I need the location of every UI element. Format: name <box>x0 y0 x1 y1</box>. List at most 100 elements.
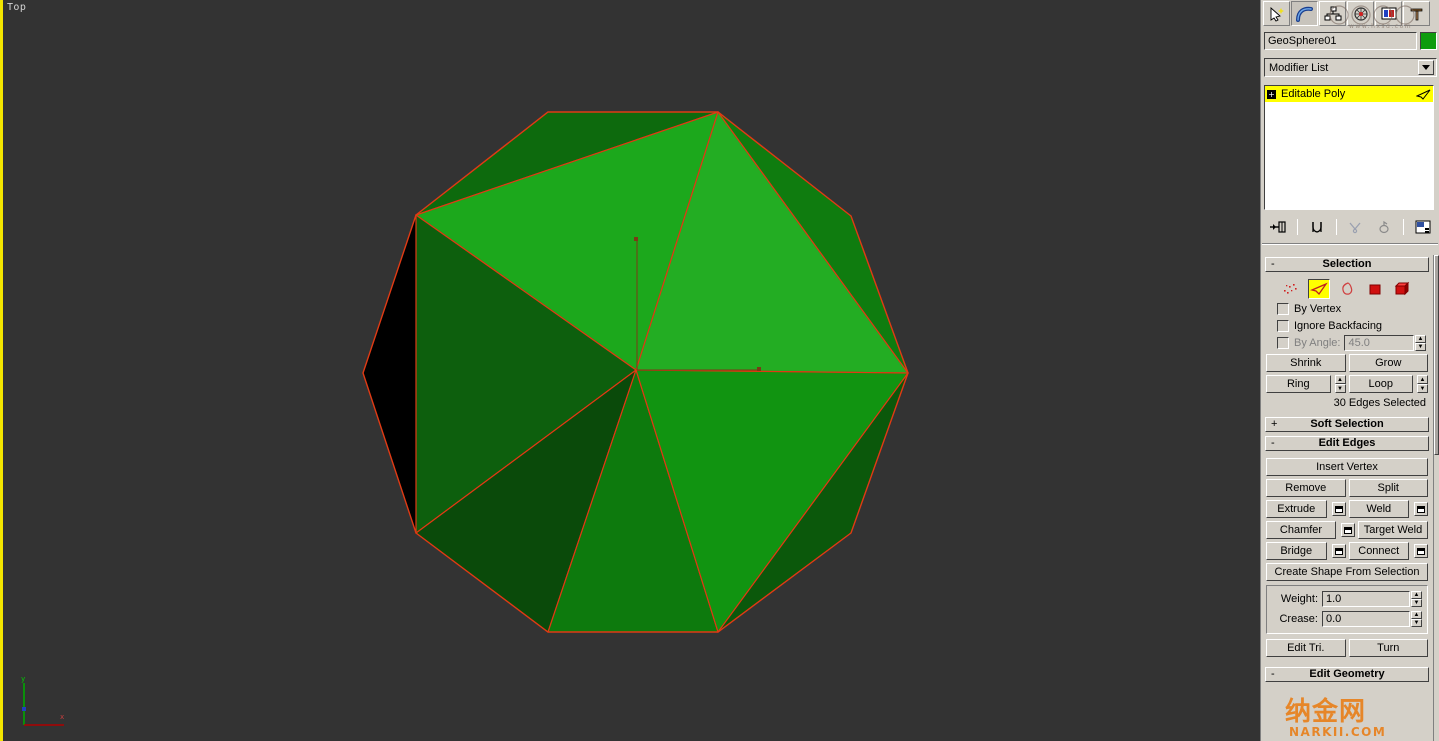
insert-vertex-button[interactable]: Insert Vertex <box>1266 458 1428 476</box>
modifier-list-dropdown[interactable]: Modifier List <box>1264 58 1437 77</box>
by-vertex-checkbox[interactable] <box>1277 302 1289 315</box>
sub-object-arrow-icon[interactable] <box>1415 89 1431 100</box>
ignore-backfacing-row[interactable]: Ignore Backfacing <box>1266 317 1428 334</box>
soft-selection-rollout-header[interactable]: + Soft Selection <box>1265 417 1429 432</box>
weld-button[interactable]: Weld <box>1348 500 1409 518</box>
weight-field[interactable]: 1.0 <box>1322 591 1410 607</box>
configure-modifier-sets-icon[interactable] <box>1413 217 1433 237</box>
hierarchy-tab[interactable] <box>1319 1 1346 26</box>
by-angle-label: By Angle: <box>1294 336 1341 349</box>
rollout-toggle-sign: - <box>1271 437 1275 449</box>
selection-rollout-body: By Vertex Ignore Backfacing By Angle: 45… <box>1262 272 1432 413</box>
selection-rollout-header[interactable]: - Selection <box>1265 257 1429 272</box>
scrollbar-thumb[interactable] <box>1434 255 1439 455</box>
modifier-stack-list[interactable]: + Editable Poly <box>1264 85 1434 210</box>
subobject-element-button[interactable] <box>1392 279 1414 299</box>
pin-stack-icon[interactable] <box>1268 217 1288 237</box>
viewport-3d-render <box>362 110 909 634</box>
split-button[interactable]: Split <box>1348 479 1428 497</box>
crease-row: Crease: 0.0 ▲ ▼ <box>1272 610 1422 628</box>
stack-item-label: Editable Poly <box>1281 88 1346 100</box>
subobject-border-button[interactable] <box>1336 279 1358 299</box>
viewport-label: Top <box>7 2 27 13</box>
display-tab[interactable] <box>1375 1 1402 26</box>
by-angle-field[interactable]: 45.0 <box>1344 334 1414 351</box>
spinner-up-icon[interactable]: ▲ <box>1417 375 1428 384</box>
weight-label: Weight: <box>1280 593 1318 605</box>
crease-label: Crease: <box>1279 613 1318 625</box>
by-angle-spinner[interactable]: ▲ ▼ <box>1415 334 1426 351</box>
spinner-down-icon[interactable]: ▼ <box>1417 384 1428 393</box>
ring-button[interactable]: Ring <box>1266 375 1331 393</box>
chamfer-targetweld-row: Chamfer Target Weld <box>1266 521 1428 539</box>
subobject-vertex-button[interactable] <box>1280 279 1302 299</box>
subobject-polygon-button[interactable] <box>1364 279 1386 299</box>
by-angle-row[interactable]: By Angle: 45.0 ▲ ▼ <box>1266 334 1428 351</box>
utilities-tab[interactable] <box>1403 1 1430 26</box>
edit-tri-button[interactable]: Edit Tri. <box>1266 639 1346 657</box>
create-shape-row: Create Shape From Selection <box>1266 563 1428 581</box>
by-vertex-row[interactable]: By Vertex <box>1266 300 1428 317</box>
insert-vertex-row: Insert Vertex <box>1266 458 1428 476</box>
spinner-down-icon[interactable]: ▼ <box>1411 599 1422 607</box>
motion-tab[interactable] <box>1347 1 1374 26</box>
crease-field[interactable]: 0.0 <box>1322 611 1410 627</box>
weld-settings-icon[interactable] <box>1414 502 1428 516</box>
rollout-title: Edit Geometry <box>1309 668 1385 680</box>
viewport-top[interactable]: Top y x <box>0 0 1260 741</box>
rollout-title: Edit Edges <box>1318 437 1376 449</box>
connect-button[interactable]: Connect <box>1348 542 1409 560</box>
spinner-up-icon[interactable]: ▲ <box>1411 611 1422 619</box>
command-panel-scrollbar[interactable] <box>1433 255 1439 741</box>
ignore-backfacing-checkbox[interactable] <box>1277 319 1289 332</box>
bridge-settings-icon[interactable] <box>1331 544 1346 558</box>
rollout-toggle-sign: - <box>1271 258 1275 270</box>
spinner-down-icon[interactable]: ▼ <box>1415 342 1426 351</box>
grow-button[interactable]: Grow <box>1348 354 1428 372</box>
ring-loop-row: Ring ▲ ▼ Loop ▲ ▼ <box>1266 375 1428 393</box>
remove-button[interactable]: Remove <box>1266 479 1346 497</box>
edittri-turn-row: Edit Tri. Turn <box>1266 639 1428 657</box>
subobject-edge-button[interactable] <box>1308 279 1330 299</box>
turn-button[interactable]: Turn <box>1348 639 1428 657</box>
spinner-up-icon[interactable]: ▲ <box>1411 591 1422 599</box>
chamfer-button[interactable]: Chamfer <box>1266 521 1336 539</box>
create-tab[interactable] <box>1263 1 1290 26</box>
expand-icon[interactable]: + <box>1267 89 1276 99</box>
make-unique-icon[interactable] <box>1345 217 1365 237</box>
spinner-up-icon[interactable]: ▲ <box>1415 334 1426 343</box>
spinner-down-icon[interactable]: ▼ <box>1334 384 1346 393</box>
object-name-field[interactable] <box>1264 32 1417 50</box>
weight-spinner[interactable]: ▲ ▼ <box>1411 591 1422 607</box>
edit-edges-rollout-header[interactable]: - Edit Edges <box>1265 436 1429 451</box>
remove-modifier-icon[interactable] <box>1374 217 1394 237</box>
edit-geometry-rollout-header[interactable]: - Edit Geometry <box>1265 667 1429 682</box>
spinner-up-icon[interactable]: ▲ <box>1334 375 1346 384</box>
shrink-button[interactable]: Shrink <box>1266 354 1346 372</box>
rollout-title: Soft Selection <box>1310 418 1384 430</box>
selection-status-text: 30 Edges Selected <box>1333 397 1426 409</box>
object-name-row <box>1264 32 1437 50</box>
ring-spinner[interactable]: ▲ ▼ <box>1334 375 1346 393</box>
crease-spinner[interactable]: ▲ ▼ <box>1411 611 1422 627</box>
stack-item-editable-poly[interactable]: + Editable Poly <box>1265 86 1433 102</box>
modify-tab[interactable] <box>1291 1 1318 26</box>
remove-split-row: Remove Split <box>1266 479 1428 497</box>
show-end-result-icon[interactable] <box>1307 217 1327 237</box>
spinner-down-icon[interactable]: ▼ <box>1411 619 1422 627</box>
command-panel-tabs <box>1261 0 1439 27</box>
object-color-swatch[interactable] <box>1420 32 1437 50</box>
loop-spinner[interactable]: ▲ ▼ <box>1417 375 1428 393</box>
weight-crease-group: Weight: 1.0 ▲ ▼ Crease: 0.0 ▲ ▼ <box>1266 585 1428 634</box>
chevron-down-icon[interactable] <box>1418 60 1434 75</box>
loop-button[interactable]: Loop <box>1348 375 1413 393</box>
target-weld-button[interactable]: Target Weld <box>1358 521 1428 539</box>
extrude-button[interactable]: Extrude <box>1266 500 1327 518</box>
chamfer-settings-icon[interactable] <box>1341 523 1355 537</box>
by-angle-checkbox[interactable] <box>1277 336 1289 349</box>
bridge-button[interactable]: Bridge <box>1266 542 1327 560</box>
toolbar-separator <box>1297 219 1299 235</box>
connect-settings-icon[interactable] <box>1414 544 1428 558</box>
extrude-settings-icon[interactable] <box>1331 502 1346 516</box>
create-shape-from-selection-button[interactable]: Create Shape From Selection <box>1266 563 1428 581</box>
